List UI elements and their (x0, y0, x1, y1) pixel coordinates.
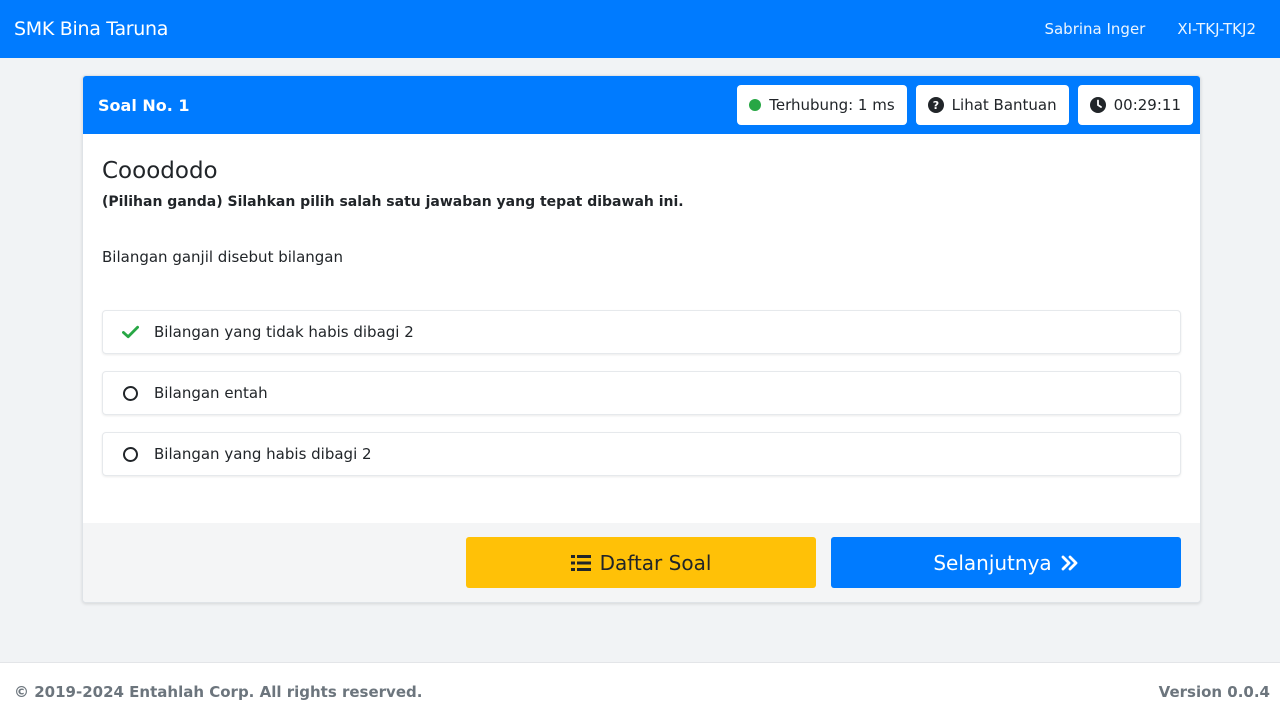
answer-option-label: Bilangan yang habis dibagi 2 (154, 445, 372, 463)
answer-option-label: Bilangan entah (154, 384, 268, 402)
help-label: Lihat Bantuan (951, 96, 1057, 114)
card-footer: Daftar Soal Selanjutnya (83, 523, 1200, 602)
question-circle-icon: ? (927, 97, 944, 113)
circle-icon (122, 385, 139, 402)
question-number: Soal No. 1 (98, 95, 190, 115)
card-body: Cooododo (Pilihan ganda) Silahkan pilih … (83, 134, 1200, 476)
card-header: Soal No. 1 Terhubung: 1 ms ? Lihat Bantu… (83, 76, 1200, 134)
status-dot-icon (749, 99, 762, 111)
question-text: Bilangan ganjil disebut bilangan (102, 248, 343, 266)
question-list-button[interactable]: Daftar Soal (466, 537, 816, 588)
double-chevron-right-icon (1061, 555, 1079, 571)
answer-option-3[interactable]: Bilangan yang habis dibagi 2 (102, 432, 1181, 476)
timer-button[interactable]: 00:29:11 (1077, 85, 1193, 125)
next-label: Selanjutnya (933, 550, 1052, 575)
page-footer: © 2019-2024 Entahlah Corp. All rights re… (0, 662, 1280, 720)
header-tools: Terhubung: 1 ms ? Lihat Bantuan 00:29:11 (737, 85, 1193, 125)
help-button[interactable]: ? Lihat Bantuan (915, 85, 1069, 125)
version-text: Version 0.0.4 (1158, 682, 1270, 701)
timer-label: 00:29:11 (1113, 96, 1181, 114)
question-list-label: Daftar Soal (599, 550, 712, 575)
circle-icon (122, 446, 139, 463)
question-title: Cooododo (102, 158, 218, 184)
answer-option-1[interactable]: Bilangan yang tidak habis dibagi 2 (102, 310, 1181, 354)
check-icon (122, 324, 139, 341)
connection-status-label: Terhubung: 1 ms (769, 96, 895, 114)
connection-status-button[interactable]: Terhubung: 1 ms (737, 85, 907, 125)
question-instruction: (Pilihan ganda) Silahkan pilih salah sat… (102, 194, 684, 210)
top-navbar: SMK Bina Taruna Sabrina Inger XI-TKJ-TKJ… (0, 0, 1280, 58)
list-icon (570, 554, 591, 572)
brand-name[interactable]: SMK Bina Taruna (14, 18, 168, 40)
answer-option-2[interactable]: Bilangan entah (102, 371, 1181, 415)
navbar-user-info: Sabrina Inger XI-TKJ-TKJ2 (1044, 20, 1266, 38)
question-card: Soal No. 1 Terhubung: 1 ms ? Lihat Bantu… (82, 75, 1201, 603)
class-name[interactable]: XI-TKJ-TKJ2 (1177, 20, 1256, 38)
clock-icon (1089, 97, 1106, 113)
next-button[interactable]: Selanjutnya (831, 537, 1181, 588)
svg-text:?: ? (932, 99, 938, 112)
answer-option-label: Bilangan yang tidak habis dibagi 2 (154, 323, 414, 341)
user-name[interactable]: Sabrina Inger (1044, 20, 1145, 38)
copyright-text: © 2019-2024 Entahlah Corp. All rights re… (14, 682, 423, 701)
